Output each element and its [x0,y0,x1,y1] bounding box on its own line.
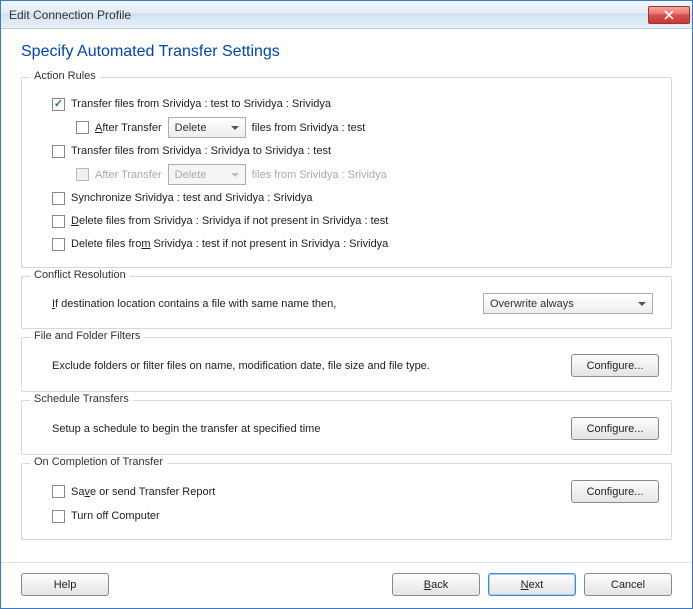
completion-save-label: Save or send Transfer Report [71,486,215,498]
completion-turnoff-checkbox[interactable] [52,510,65,523]
close-button[interactable] [648,6,690,24]
rule-delete-2-row: Delete files from Srividya : test if not… [34,234,659,254]
filters-configure-button[interactable]: Configure... [571,354,659,377]
schedule-label: Setup a schedule to begin the transfer a… [52,423,320,435]
content-area: Specify Automated Transfer Settings Acti… [1,29,692,562]
footer: Help Back Next Cancel [1,562,692,608]
rule-transfer-1-checkbox[interactable] [52,98,65,111]
page-heading: Specify Automated Transfer Settings [21,43,672,61]
rule-sync-label: Synchronize Srividya : test and Srividya… [71,192,313,204]
rule-delete-1-label: Delete files from Srividya : Srividya if… [71,215,388,227]
cancel-button[interactable]: Cancel [584,573,672,596]
close-icon [664,10,674,20]
rule-transfer-2-checkbox[interactable] [52,145,65,158]
conflict-label: If destination location contains a file … [52,298,477,310]
window-title: Edit Connection Profile [9,8,648,22]
rule-sync-checkbox[interactable] [52,192,65,205]
schedule-row: Setup a schedule to begin the transfer a… [34,417,659,440]
rule-1-after-select[interactable]: Delete [168,117,246,138]
completion-turnoff-row: Turn off Computer [34,506,659,526]
rule-2-after-select-value: Delete [175,169,207,181]
filters-group: File and Folder Filters Exclude folders … [21,337,672,392]
schedule-group: Schedule Transfers Setup a schedule to b… [21,400,672,455]
rule-sync-row: Synchronize Srividya : test and Srividya… [34,188,659,208]
rule-delete-2-label: Delete files from Srividya : test if not… [71,238,388,250]
schedule-configure-button[interactable]: Configure... [571,417,659,440]
filters-row: Exclude folders or filter files on name,… [34,354,659,377]
conflict-resolution-group: Conflict Resolution If destination locat… [21,276,672,329]
conflict-legend: Conflict Resolution [30,269,130,281]
rule-delete-2-checkbox[interactable] [52,238,65,251]
completion-configure-button[interactable]: Configure... [571,480,659,503]
conflict-row: If destination location contains a file … [34,293,659,314]
rule-1-after-suffix: files from Srividya : test [252,122,366,134]
rule-delete-1-row: Delete files from Srividya : Srividya if… [34,211,659,231]
filters-legend: File and Folder Filters [30,330,144,342]
rule-2-after-row: After Transfer Delete files from Srividy… [34,164,659,185]
dialog-window: Edit Connection Profile Specify Automate… [0,0,693,609]
completion-legend: On Completion of Transfer [30,456,167,468]
rule-1-after-select-value: Delete [175,122,207,134]
action-rules-legend: Action Rules [30,70,100,82]
schedule-legend: Schedule Transfers [30,393,133,405]
rule-delete-1-checkbox[interactable] [52,215,65,228]
completion-group: On Completion of Transfer Save or send T… [21,463,672,540]
rule-transfer-1-label: Transfer files from Srividya : test to S… [71,98,331,110]
conflict-select[interactable]: Overwrite always [483,293,653,314]
rule-2-after-checkbox [76,168,89,181]
completion-save-row: Save or send Transfer Report Configure..… [34,480,659,503]
help-button[interactable]: Help [21,573,109,596]
rule-transfer-1-row: Transfer files from Srividya : test to S… [34,94,659,114]
completion-save-checkbox[interactable] [52,485,65,498]
rule-2-after-select: Delete [168,164,246,185]
completion-turnoff-label: Turn off Computer [71,510,160,522]
titlebar: Edit Connection Profile [1,1,692,29]
rule-1-after-row: After Transfer Delete files from Srividy… [34,117,659,138]
rule-transfer-2-row: Transfer files from Srividya : Srividya … [34,141,659,161]
back-button[interactable]: Back [392,573,480,596]
rule-transfer-2-label: Transfer files from Srividya : Srividya … [71,145,331,157]
rule-1-after-prefix: After Transfer [95,122,162,134]
action-rules-group: Action Rules Transfer files from Srividy… [21,77,672,268]
next-button[interactable]: Next [488,573,576,596]
rule-2-after-suffix: files from Srividya : Srividya [252,169,387,181]
rule-1-after-checkbox[interactable] [76,121,89,134]
rule-2-after-prefix: After Transfer [95,169,162,181]
conflict-select-value: Overwrite always [490,298,574,310]
filters-label: Exclude folders or filter files on name,… [52,360,430,372]
